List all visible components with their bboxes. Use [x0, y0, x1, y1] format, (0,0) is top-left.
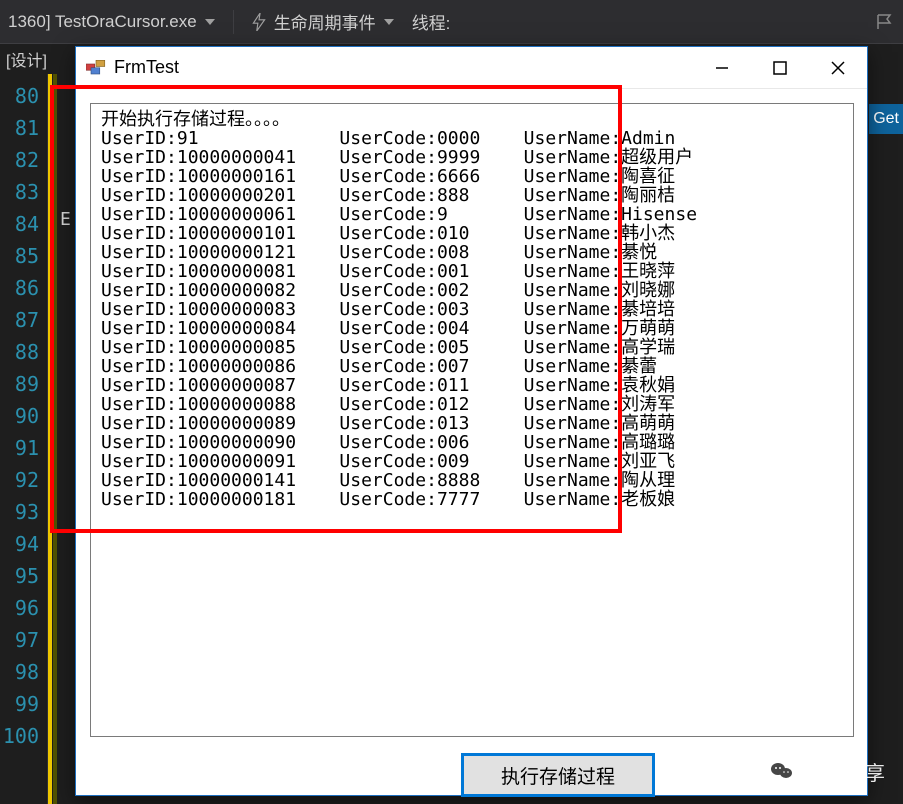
- chevron-down-icon: [384, 19, 394, 25]
- minimize-button[interactable]: [693, 47, 751, 88]
- wechat-icon: [767, 756, 797, 786]
- minimize-icon: [715, 61, 729, 75]
- process-selector[interactable]: 1360] TestOraCursor.exe: [8, 12, 215, 32]
- get-tab[interactable]: Get: [869, 104, 903, 134]
- get-tab-label: Get: [873, 110, 899, 127]
- titlebar[interactable]: FrmTest: [76, 47, 867, 89]
- lightning-icon: [252, 13, 266, 31]
- line-number: 80: [0, 80, 47, 112]
- window-controls: [693, 47, 867, 88]
- close-button[interactable]: [809, 47, 867, 88]
- lifecycle-label: 生命周期事件: [274, 9, 376, 34]
- line-number: 81: [0, 112, 47, 144]
- line-number: 93: [0, 496, 47, 528]
- line-number: 94: [0, 528, 47, 560]
- line-number: 83: [0, 176, 47, 208]
- design-tab[interactable]: [设计]: [6, 47, 47, 71]
- lifecycle-events[interactable]: 生命周期事件: [252, 9, 394, 34]
- toolbar-right: [875, 12, 895, 32]
- line-number: 89: [0, 368, 47, 400]
- execute-button-label: 执行存储过程: [501, 762, 615, 789]
- thread-label: 线程:: [412, 9, 451, 34]
- line-number: 99: [0, 688, 47, 720]
- line-number: 85: [0, 240, 47, 272]
- vs-toolbar: 1360] TestOraCursor.exe 生命周期事件 线程:: [0, 0, 903, 44]
- line-gutter: 8081828384858687888990919293949596979899…: [0, 74, 48, 804]
- line-number: 87: [0, 304, 47, 336]
- process-label: 1360] TestOraCursor.exe: [8, 12, 197, 32]
- separator: [233, 10, 234, 34]
- line-number: 91: [0, 432, 47, 464]
- line-number: 96: [0, 592, 47, 624]
- frmtest-window: FrmTest 开始执行存储过程。。。。 UserID:91 UserCode:…: [75, 46, 868, 796]
- change-marker: [48, 74, 60, 804]
- line-number: 88: [0, 336, 47, 368]
- line-number: 97: [0, 624, 47, 656]
- maximize-button[interactable]: [751, 47, 809, 88]
- code-fold-marker: E: [60, 209, 71, 230]
- thread-selector[interactable]: 线程:: [412, 9, 451, 34]
- line-number: 100: [0, 720, 47, 752]
- line-number: 90: [0, 400, 47, 432]
- line-number: 95: [0, 560, 47, 592]
- flag-icon[interactable]: [875, 12, 895, 32]
- output-textbox[interactable]: 开始执行存储过程。。。。 UserID:91 UserCode:0000 Use…: [90, 103, 854, 737]
- line-number: 86: [0, 272, 47, 304]
- maximize-icon: [773, 61, 787, 75]
- close-icon: [830, 60, 846, 76]
- execute-button[interactable]: 执行存储过程: [461, 753, 655, 797]
- line-number: 98: [0, 656, 47, 688]
- line-number: 84: [0, 208, 47, 240]
- line-number: 92: [0, 464, 47, 496]
- watermark-text: 微卡智享: [805, 757, 885, 786]
- line-number: 82: [0, 144, 47, 176]
- watermark: 微卡智享: [767, 756, 885, 786]
- window-title: FrmTest: [114, 57, 179, 78]
- app-icon: [86, 60, 106, 78]
- chevron-down-icon: [205, 19, 215, 25]
- client-area: 开始执行存储过程。。。。 UserID:91 UserCode:0000 Use…: [76, 89, 867, 795]
